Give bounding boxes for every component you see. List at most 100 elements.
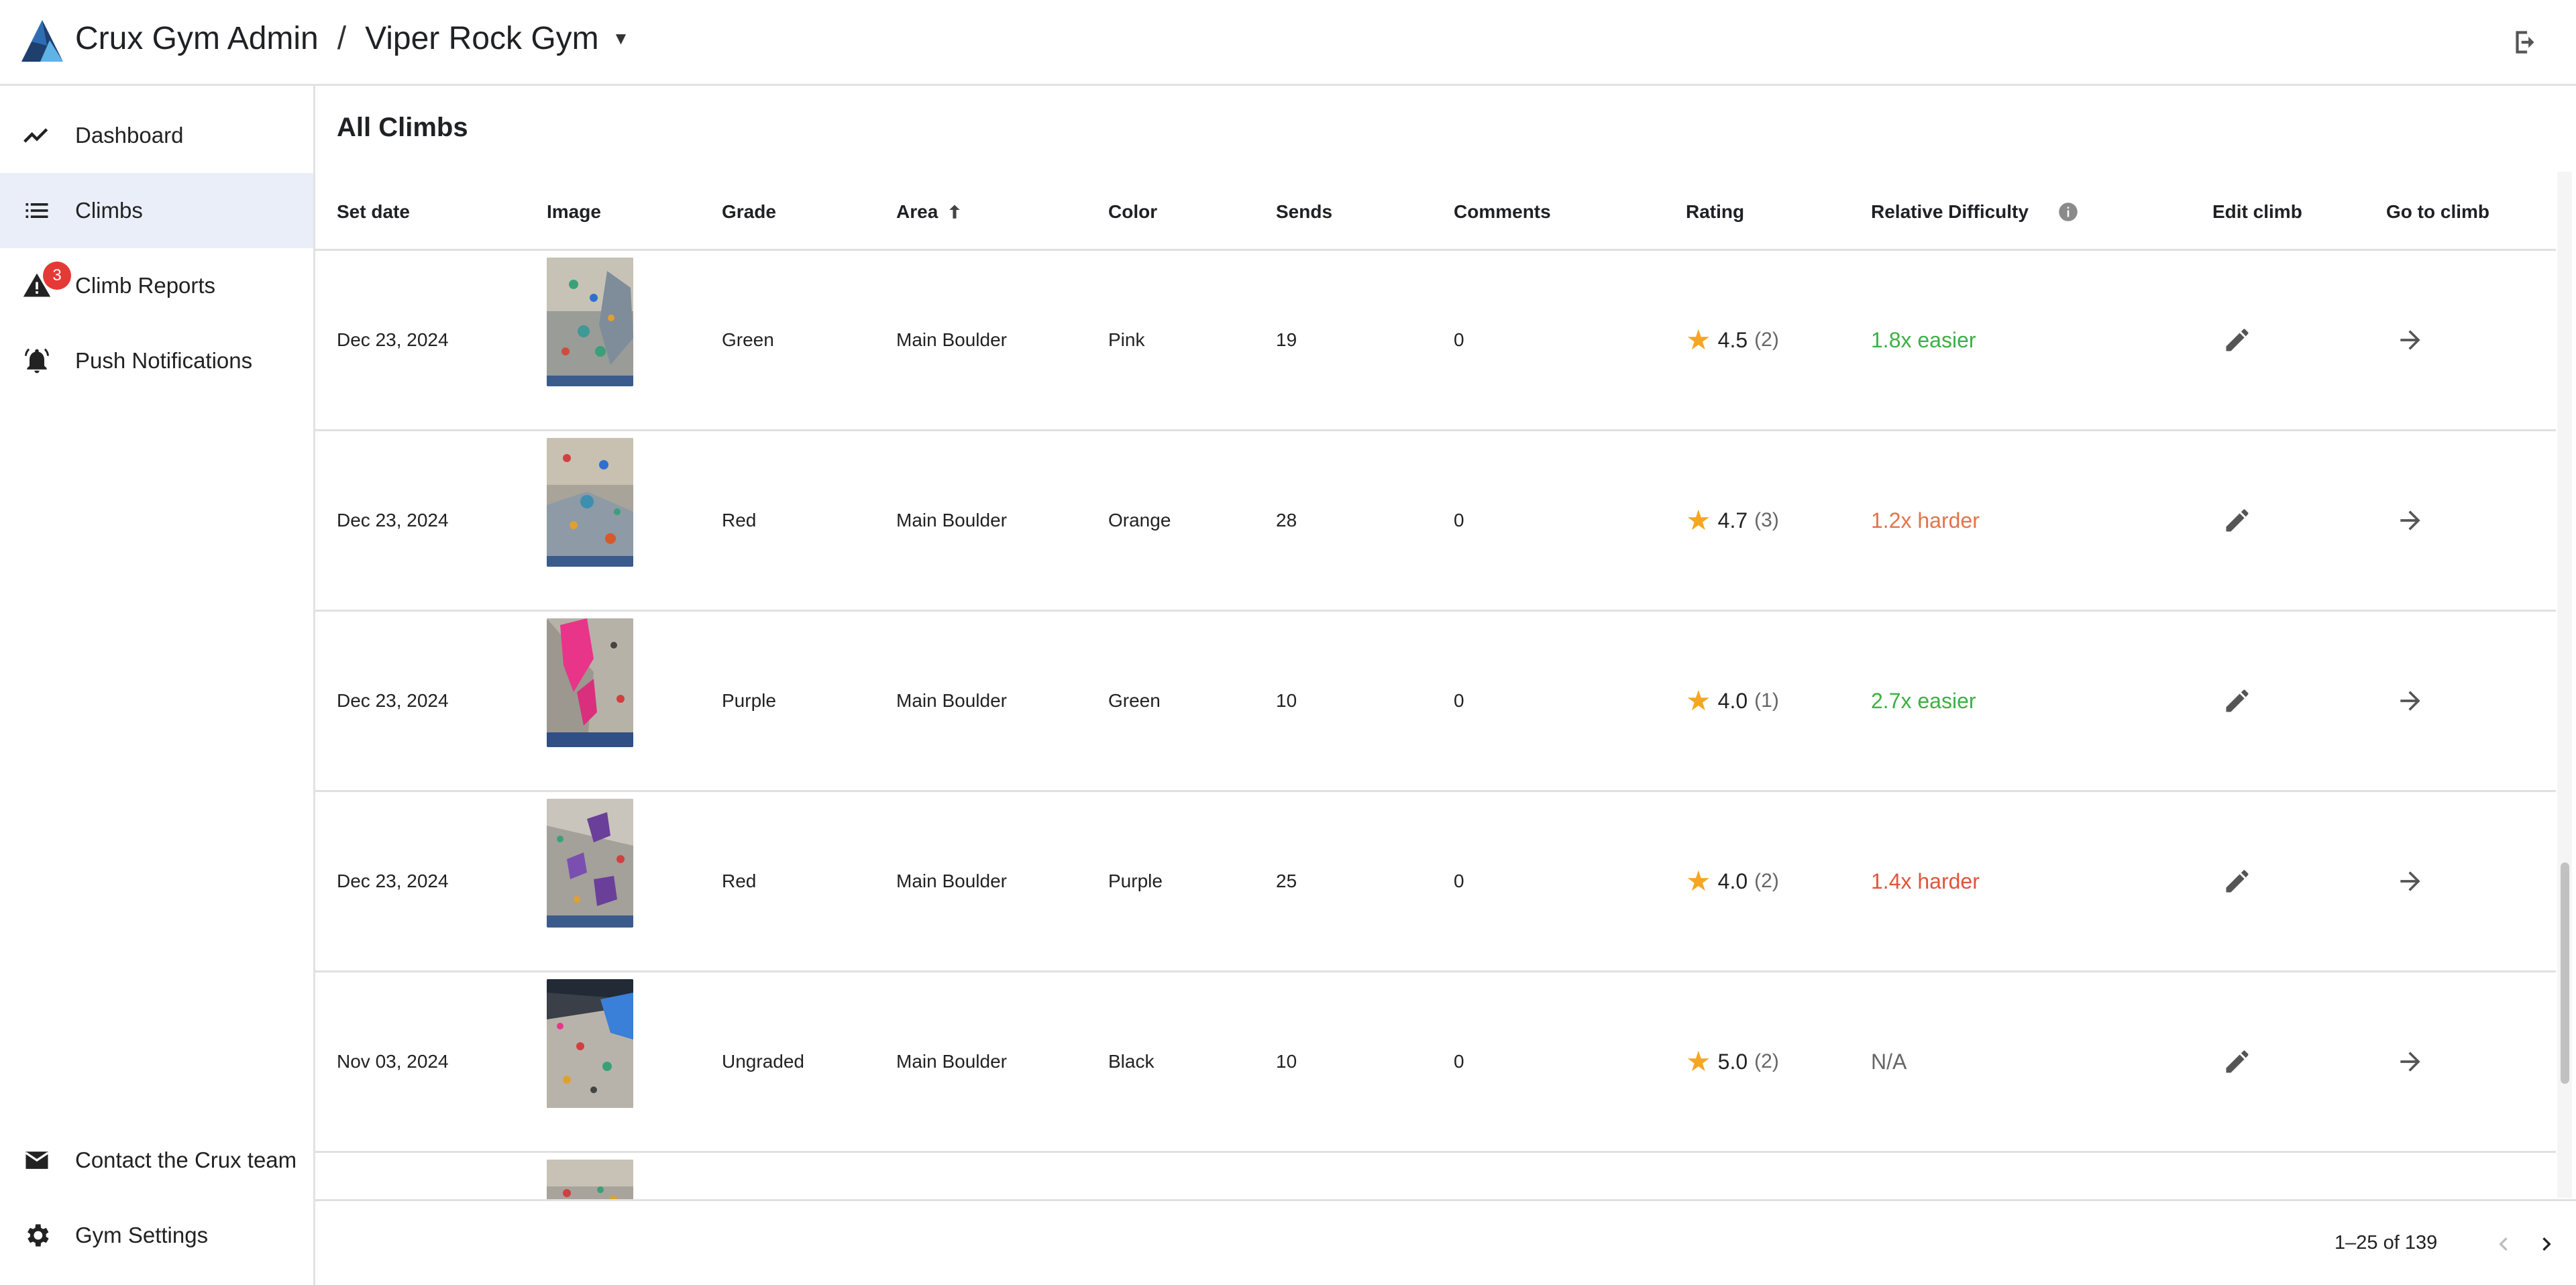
cell-area: Main Boulder bbox=[896, 329, 1007, 350]
pencil-icon bbox=[2217, 500, 2257, 541]
edit-climb-button[interactable] bbox=[2217, 972, 2257, 1151]
cell-set-date: Dec 23, 2024 bbox=[337, 329, 449, 350]
column-header-color[interactable]: Color bbox=[1108, 173, 1157, 251]
column-header-relative-difficulty-label: Relative Difficulty bbox=[1871, 201, 2029, 222]
chevron-left-icon bbox=[2499, 1237, 2508, 1251]
pencil-icon bbox=[2217, 681, 2257, 721]
cell-grade: Ungraded bbox=[722, 1051, 804, 1072]
cell-set-date: Dec 23, 2024 bbox=[337, 871, 449, 891]
arrow-right-icon bbox=[2390, 500, 2430, 541]
cell-sends: 28 bbox=[1276, 510, 1297, 530]
column-header-go-to-climb: Go to climb bbox=[2386, 201, 2489, 222]
climb-photo[interactable] bbox=[547, 799, 633, 928]
cell-sends: 19 bbox=[1276, 329, 1297, 350]
column-header-grade[interactable]: Grade bbox=[722, 173, 776, 251]
gear-icon bbox=[20, 1219, 54, 1252]
crux-logo-icon[interactable] bbox=[20, 19, 64, 63]
rating-count: (1) bbox=[1754, 689, 1779, 712]
cell-sends: 10 bbox=[1276, 690, 1297, 711]
column-header-set-date[interactable]: Set date bbox=[337, 173, 410, 251]
table-scrollbar[interactable] bbox=[2557, 172, 2572, 1198]
cell-rating: ★ 4.5 (2) bbox=[1686, 251, 1779, 429]
climb-photo[interactable] bbox=[547, 258, 633, 386]
go-to-climb-button[interactable] bbox=[2390, 251, 2430, 429]
app-bar: Crux Gym Admin / Viper Rock Gym ▼ bbox=[0, 0, 2576, 86]
go-to-climb-button[interactable] bbox=[2390, 431, 2430, 610]
page-title: All Climbs bbox=[337, 113, 468, 142]
edit-climb-button[interactable] bbox=[2217, 431, 2257, 610]
scrollbar-thumb[interactable] bbox=[2561, 862, 2569, 1084]
info-icon[interactable] bbox=[2058, 202, 2078, 222]
edit-climb-button[interactable] bbox=[2217, 792, 2257, 970]
table-body: Dec 23, 2024 Green Main Boulder Pink 19 … bbox=[315, 251, 2556, 1284]
star-icon: ★ bbox=[1686, 324, 1711, 355]
gym-selector[interactable]: Viper Rock Gym ▼ bbox=[365, 20, 629, 57]
go-to-climb-button[interactable] bbox=[2390, 612, 2430, 790]
rating-count: (2) bbox=[1754, 329, 1779, 351]
cell-comments: 0 bbox=[1454, 690, 1464, 711]
cell-relative-difficulty: 1.4x harder bbox=[1871, 869, 1980, 893]
cell-grade: Purple bbox=[722, 690, 776, 711]
table-row[interactable]: Dec 23, 2024 Red Main Boulder Purple 25 … bbox=[315, 792, 2556, 972]
table-row[interactable]: Dec 23, 2024 Red Main Boulder Orange 28 … bbox=[315, 431, 2556, 612]
cell-comments: 0 bbox=[1454, 871, 1464, 891]
column-header-sends[interactable]: Sends bbox=[1276, 173, 1332, 251]
cell-color: Pink bbox=[1108, 329, 1145, 350]
sidebar-item-push-notifications[interactable]: Push Notifications bbox=[0, 323, 313, 398]
sidebar-item-gym-settings[interactable]: Gym Settings bbox=[0, 1198, 313, 1273]
edit-climb-button[interactable] bbox=[2217, 612, 2257, 790]
cell-rating: ★ 4.0 (1) bbox=[1686, 612, 1779, 790]
breadcrumb: Crux Gym Admin / Viper Rock Gym ▼ bbox=[75, 20, 629, 57]
sidebar-item-contact[interactable]: Contact the Crux team bbox=[0, 1123, 313, 1198]
column-header-edit-climb: Edit climb bbox=[2212, 201, 2302, 222]
cell-rating: ★ 4.7 (3) bbox=[1686, 431, 1779, 610]
rating-value: 4.0 bbox=[1717, 869, 1748, 893]
chevron-right-icon bbox=[2542, 1237, 2551, 1251]
previous-page-button[interactable] bbox=[2483, 1224, 2524, 1264]
cell-relative-difficulty: 1.8x easier bbox=[1871, 327, 1976, 352]
cell-relative-difficulty: N/A bbox=[1871, 1049, 1907, 1074]
cell-grade: Red bbox=[722, 510, 757, 530]
pagination-range: 1–25 of 139 bbox=[2334, 1232, 2438, 1253]
logout-icon[interactable] bbox=[2509, 25, 2542, 59]
cell-grade: Red bbox=[722, 871, 757, 891]
column-header-rating[interactable]: Rating bbox=[1686, 173, 1744, 251]
table-row[interactable]: Dec 23, 2024 Green Main Boulder Pink 19 … bbox=[315, 251, 2556, 431]
arrow-right-icon bbox=[2390, 681, 2430, 721]
column-header-comments[interactable]: Comments bbox=[1454, 173, 1551, 251]
rating-value: 4.7 bbox=[1717, 508, 1748, 533]
go-to-climb-button[interactable] bbox=[2390, 792, 2430, 970]
next-page-button[interactable] bbox=[2526, 1224, 2567, 1264]
star-icon: ★ bbox=[1686, 685, 1711, 716]
edit-climb-button[interactable] bbox=[2217, 251, 2257, 429]
trending-line-icon bbox=[20, 119, 54, 152]
table-row[interactable]: Nov 03, 2024 Ungraded Main Boulder Black… bbox=[315, 972, 2556, 1153]
cell-rating: ★ 5.0 (2) bbox=[1686, 972, 1779, 1151]
cell-comments: 0 bbox=[1454, 329, 1464, 350]
cell-set-date: Nov 03, 2024 bbox=[337, 1051, 449, 1072]
sidebar-item-label: Gym Settings bbox=[75, 1223, 209, 1247]
list-icon bbox=[20, 194, 54, 227]
sidebar-item-label: Contact the Crux team bbox=[75, 1148, 297, 1172]
rating-value: 4.0 bbox=[1717, 688, 1748, 713]
sidebar-item-dashboard[interactable]: Dashboard bbox=[0, 98, 313, 173]
arrow-up-icon bbox=[949, 205, 960, 219]
sidebar-item-climbs[interactable]: Climbs bbox=[0, 173, 313, 248]
climb-photo[interactable] bbox=[547, 438, 633, 567]
column-header-relative-difficulty[interactable]: Relative Difficulty bbox=[1871, 173, 2078, 251]
column-header-area-label: Area bbox=[896, 201, 938, 222]
column-header-image: Image bbox=[547, 201, 601, 222]
climb-photo[interactable] bbox=[547, 618, 633, 747]
column-header-area[interactable]: Area bbox=[896, 173, 966, 251]
gym-name: Viper Rock Gym bbox=[365, 21, 599, 56]
main-content: All Climbs Set date Image Grade Area Col… bbox=[315, 86, 2576, 1285]
go-to-climb-button[interactable] bbox=[2390, 972, 2430, 1151]
sidebar-item-climb-reports[interactable]: 3 Climb Reports bbox=[0, 248, 313, 323]
bell-icon bbox=[20, 344, 54, 378]
cell-grade: Green bbox=[722, 329, 774, 350]
climb-photo[interactable] bbox=[547, 979, 633, 1108]
rating-value: 4.5 bbox=[1717, 327, 1748, 352]
pencil-icon bbox=[2217, 1042, 2257, 1082]
star-icon: ★ bbox=[1686, 865, 1711, 897]
table-row[interactable]: Dec 23, 2024 Purple Main Boulder Green 1… bbox=[315, 612, 2556, 792]
